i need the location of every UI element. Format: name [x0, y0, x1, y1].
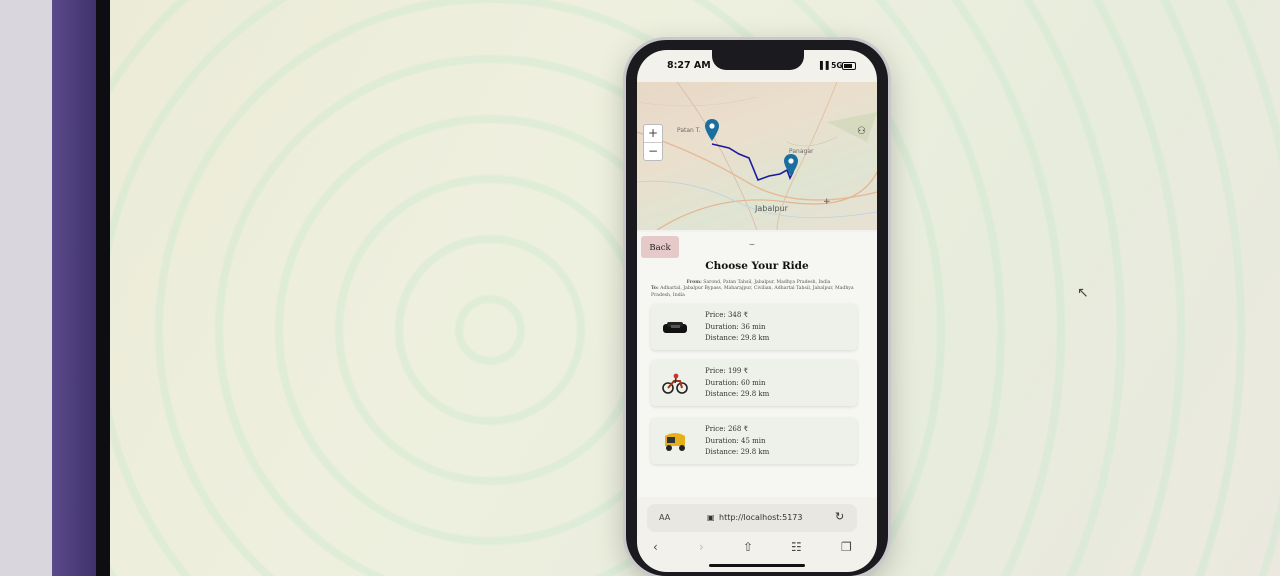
bookmarks-icon[interactable]: ☷: [791, 540, 802, 554]
notch: [712, 50, 804, 70]
route-settings-icon[interactable]: ⚇: [857, 126, 866, 137]
ride-distance: Distance: 29.8 km: [705, 390, 770, 398]
address-bar[interactable]: AA ▣ http://localhost:5173 ↻: [647, 504, 857, 532]
ride-panel: Back ⌣ Choose Your Ride From: Sarond, Pa…: [637, 232, 877, 497]
phone-screen: 8:27 AM ▐▐ 5G + − ⚇ Patan T. Panagar Jab…: [637, 50, 877, 572]
from-value: Sarond, Patan Tahsil, Jabalpur, Madhya P…: [703, 280, 831, 285]
status-time: 8:27 AM: [667, 60, 711, 71]
ride-duration: Duration: 45 min: [705, 436, 766, 445]
zoom-controls: + −: [643, 124, 663, 161]
ride-distance: Distance: 29.8 km: [705, 334, 770, 342]
map-label-patan: Patan T.: [677, 127, 701, 134]
browser-toolbar: ‹ › ⇧ ☷ ❐: [637, 536, 877, 562]
motorbike-icon: [662, 373, 688, 394]
from-label: From:: [686, 280, 702, 285]
crosshair-icon: +: [823, 197, 831, 207]
map[interactable]: + − ⚇ Patan T. Panagar Jabalpur +: [637, 82, 877, 230]
route-summary: From: Sarond, Patan Tahsil, Jabalpur, Ma…: [651, 280, 866, 299]
map-label-panagar: Panagar: [789, 148, 814, 155]
page-title: Choose Your Ride: [705, 260, 809, 272]
home-indicator: [709, 564, 805, 567]
reload-icon[interactable]: ↻: [835, 510, 844, 523]
zoom-in-button[interactable]: +: [644, 125, 662, 143]
tabs-icon[interactable]: ❐: [841, 540, 852, 554]
phone: 8:27 AM ▐▐ 5G + − ⚇ Patan T. Panagar Jab…: [626, 40, 888, 576]
signal-indicator: ▐▐ 5G: [817, 61, 843, 70]
to-value: Adhartal, Jabalpur Bypass, Maharajpur, C…: [651, 286, 854, 298]
ride-price: Price: 348 ₹: [705, 311, 748, 319]
ride-option-auto[interactable]: Price: 268 ₹ Duration: 45 min Distance: …: [651, 418, 857, 464]
zoom-out-button[interactable]: −: [644, 143, 662, 160]
ride-distance: Distance: 29.8 km: [705, 448, 770, 456]
text-size-button[interactable]: AA: [659, 513, 670, 522]
origin-marker-icon[interactable]: [705, 119, 719, 141]
destination-marker-icon[interactable]: [784, 154, 798, 176]
forward-nav-icon[interactable]: ›: [699, 540, 704, 554]
ride-duration: Duration: 36 min: [705, 322, 766, 331]
ride-duration: Duration: 60 min: [705, 378, 766, 387]
map-label-jabalpur: Jabalpur: [755, 204, 788, 213]
network-type: 5G: [831, 61, 843, 70]
lock-icon: ▣: [707, 513, 715, 522]
url-text[interactable]: http://localhost:5173: [719, 513, 802, 522]
battery-icon: [842, 62, 856, 70]
auto-rickshaw-icon: [665, 433, 685, 451]
chevron-down-icon[interactable]: ⌣: [749, 240, 755, 250]
ride-option-bike[interactable]: Price: 199 ₹ Duration: 60 min Distance: …: [651, 360, 857, 406]
ride-option-car[interactable]: Price: 348 ₹ Duration: 36 min Distance: …: [651, 304, 857, 350]
to-label: To:: [651, 286, 659, 292]
route-to: To: Adhartal, Jabalpur Bypass, Maharajpu…: [651, 286, 866, 299]
mouse-cursor-icon: ↖: [1077, 285, 1089, 301]
ride-price: Price: 268 ₹: [705, 425, 748, 433]
desk-background: [0, 0, 52, 576]
car-icon: [663, 322, 687, 333]
back-nav-icon[interactable]: ‹: [653, 540, 658, 554]
back-button[interactable]: Back: [641, 236, 679, 258]
route-line: [711, 143, 795, 182]
ride-info: Price: 268 ₹ Duration: 45 min Distance: …: [705, 424, 769, 459]
ride-price: Price: 199 ₹: [705, 367, 748, 375]
ride-info: Price: 348 ₹ Duration: 36 min Distance: …: [705, 310, 769, 345]
ride-info: Price: 199 ₹ Duration: 60 min Distance: …: [705, 366, 769, 401]
share-icon[interactable]: ⇧: [743, 540, 753, 554]
desk-object: [52, 0, 102, 576]
